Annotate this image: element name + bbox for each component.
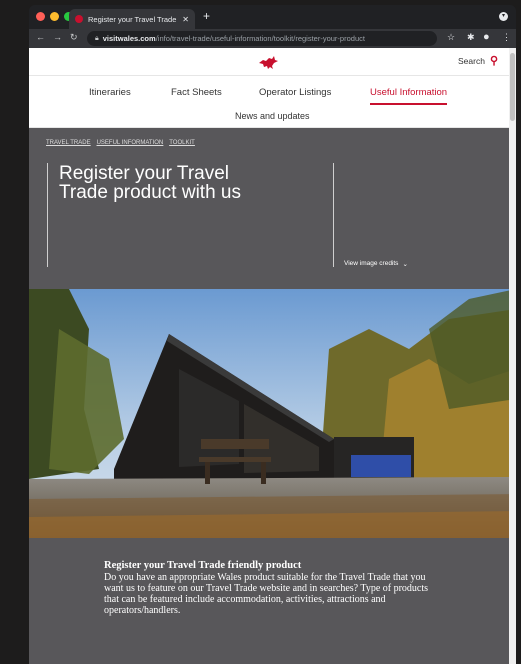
page-scrollbar[interactable] [509,48,516,664]
close-window-button[interactable] [36,12,45,21]
content-paragraph: Do you have an appropriate Wales product… [104,572,429,616]
breadcrumb: TRAVEL TRADE USEFUL INFORMATION TOOLKIT [46,140,195,146]
nav-operator-listings[interactable]: Operator Listings [259,87,331,98]
nav-itineraries[interactable]: Itineraries [89,87,131,98]
nav-useful-information[interactable]: Useful Information [370,87,448,105]
tab-search-icon[interactable]: ▾ [499,12,508,21]
content-heading: Register your Travel Trade friendly prod… [104,560,302,571]
profile-icon[interactable]: ● [483,31,490,43]
extensions-icon[interactable]: ✱ [467,32,475,43]
hero-divider-right [333,163,334,267]
search-label: Search [458,56,485,66]
welsh-dragon-logo-icon[interactable] [257,54,279,70]
chevron-down-icon: ⌄ [402,261,408,268]
hero-divider-left [47,163,48,267]
browser-window: Register your Travel Trade frie ✕ + ▾ ← … [29,5,516,664]
window-controls [36,12,73,21]
breadcrumb-toolkit[interactable]: TOOLKIT [169,140,195,146]
browser-tab[interactable]: Register your Travel Trade frie ✕ [69,9,195,29]
url-host: visitwales.com [102,34,156,43]
page-title: Register your Travel Trade product with … [59,163,241,203]
close-tab-icon[interactable]: ✕ [182,15,189,24]
reload-icon[interactable]: ↻ [70,32,78,43]
nav-fact-sheets[interactable]: Fact Sheets [171,87,222,98]
tab-strip: Register your Travel Trade frie ✕ + ▾ [29,5,516,29]
url-path: /info/travel-trade/useful-information/to… [155,34,365,43]
minimize-window-button[interactable] [50,12,59,21]
image-credits-toggle[interactable]: View image credits ⌄ [344,260,408,268]
new-tab-icon[interactable]: + [203,9,210,23]
breadcrumb-travel-trade[interactable]: TRAVEL TRADE [46,140,91,146]
lock-icon: 🔒︎ [95,34,99,42]
hero-photo [29,289,516,538]
web-page: Search ⚲ Itineraries Fact Sheets Operato… [29,48,516,664]
browser-toolbar: ← → ↻ 🔒︎ visitwales.com/info/travel-trad… [29,29,516,48]
site-header: Search ⚲ [29,48,516,76]
tab-title: Register your Travel Trade frie [88,14,177,24]
nav-news-and-updates[interactable]: News and updates [235,111,310,121]
content-section: Register your Travel Trade friendly prod… [29,538,516,664]
bookmark-star-icon[interactable]: ☆ [447,32,455,43]
image-credits-label: View image credits [344,260,399,267]
search-button[interactable]: Search ⚲ [458,54,498,67]
sub-nav: News and updates [29,106,516,128]
forward-icon[interactable]: → [53,32,62,42]
search-icon: ⚲ [489,54,498,67]
address-bar[interactable]: 🔒︎ visitwales.com/info/travel-trade/usef… [87,31,437,46]
menu-dots-icon[interactable]: ⋮ [502,32,511,43]
main-nav: Itineraries Fact Sheets Operator Listing… [29,76,516,106]
hero-banner: TRAVEL TRADE USEFUL INFORMATION TOOLKIT … [29,128,516,289]
breadcrumb-useful-information[interactable]: USEFUL INFORMATION [97,140,164,146]
back-icon[interactable]: ← [36,32,45,42]
favicon-icon [75,15,83,23]
scrollbar-thumb[interactable] [510,53,515,121]
